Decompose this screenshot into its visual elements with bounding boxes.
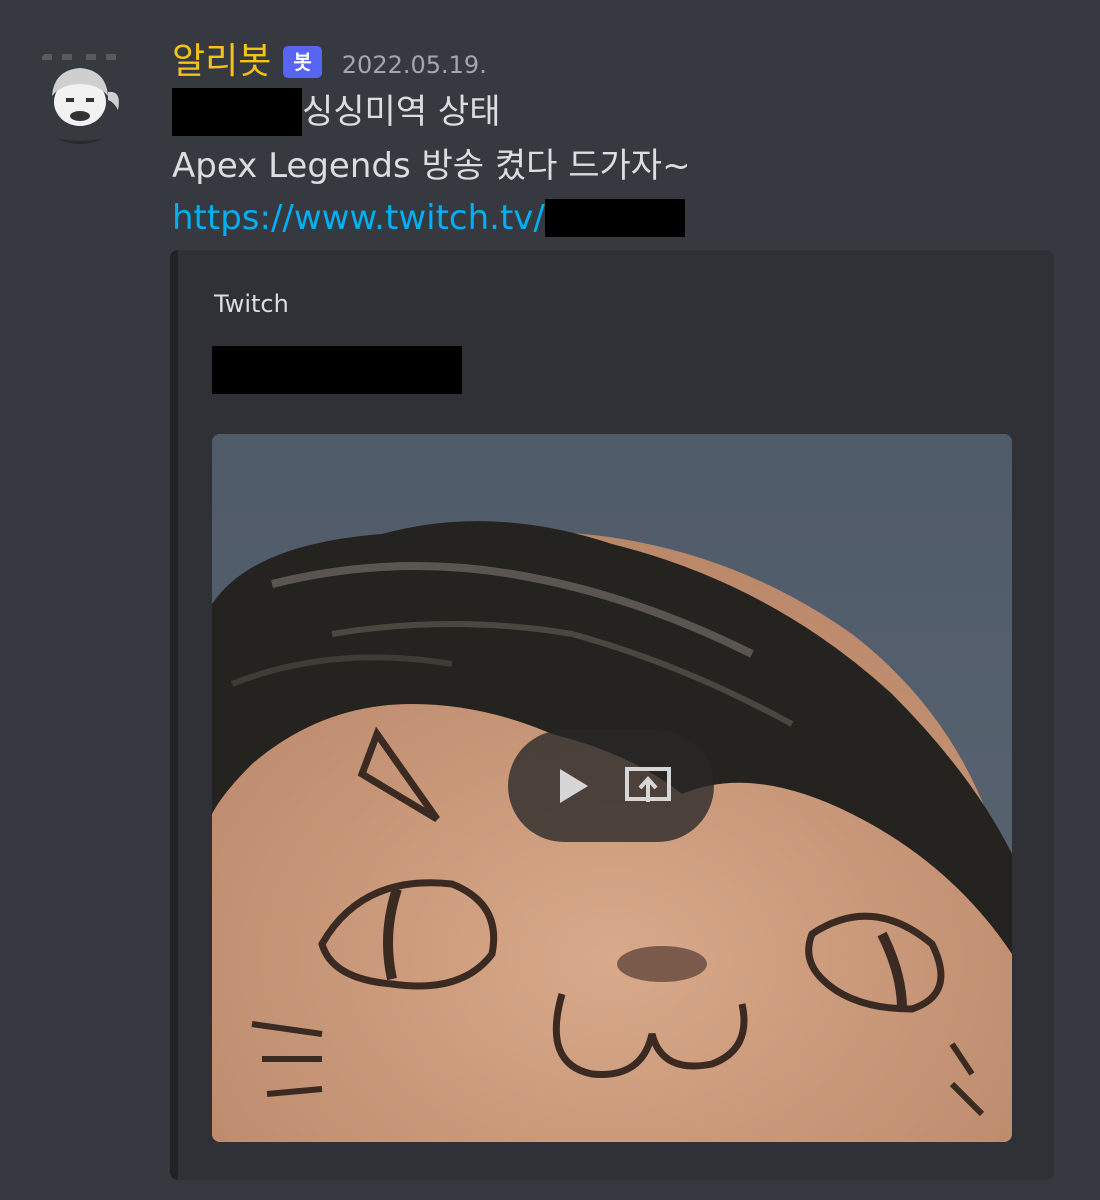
video-controls: [508, 730, 714, 842]
timestamp: 2022.05.19.: [341, 51, 487, 79]
redacted-block: [172, 88, 302, 136]
avatar[interactable]: [28, 40, 132, 144]
twitch-link[interactable]: https://www.twitch.tv/: [172, 194, 545, 242]
redacted-embed-title: [212, 346, 462, 394]
embed-video-thumbnail[interactable]: [212, 434, 1012, 1142]
message-line-3: https://www.twitch.tv/: [172, 194, 685, 242]
play-icon[interactable]: [550, 762, 598, 810]
link-embed: Twitch: [170, 250, 1054, 1180]
chat-message: 알리봇 봇 2022.05.19. 싱싱미역 상태 Apex Legends 방…: [0, 0, 1100, 1200]
embed-provider[interactable]: Twitch: [214, 290, 289, 318]
message-line-1: 싱싱미역 상태: [172, 88, 501, 136]
username[interactable]: 알리봇: [172, 38, 271, 86]
avatar-image: [28, 40, 132, 144]
redacted-block: [544, 199, 685, 237]
message-text: 싱싱미역 상태: [302, 92, 501, 132]
message-header: 알리봇 봇 2022.05.19.: [172, 36, 487, 88]
message-text: Apex Legends 방송 켰다 드가자~: [172, 146, 691, 186]
message-line-2: Apex Legends 방송 켰다 드가자~: [172, 142, 691, 190]
bot-badge: 봇: [283, 46, 322, 78]
open-external-icon[interactable]: [624, 762, 672, 810]
